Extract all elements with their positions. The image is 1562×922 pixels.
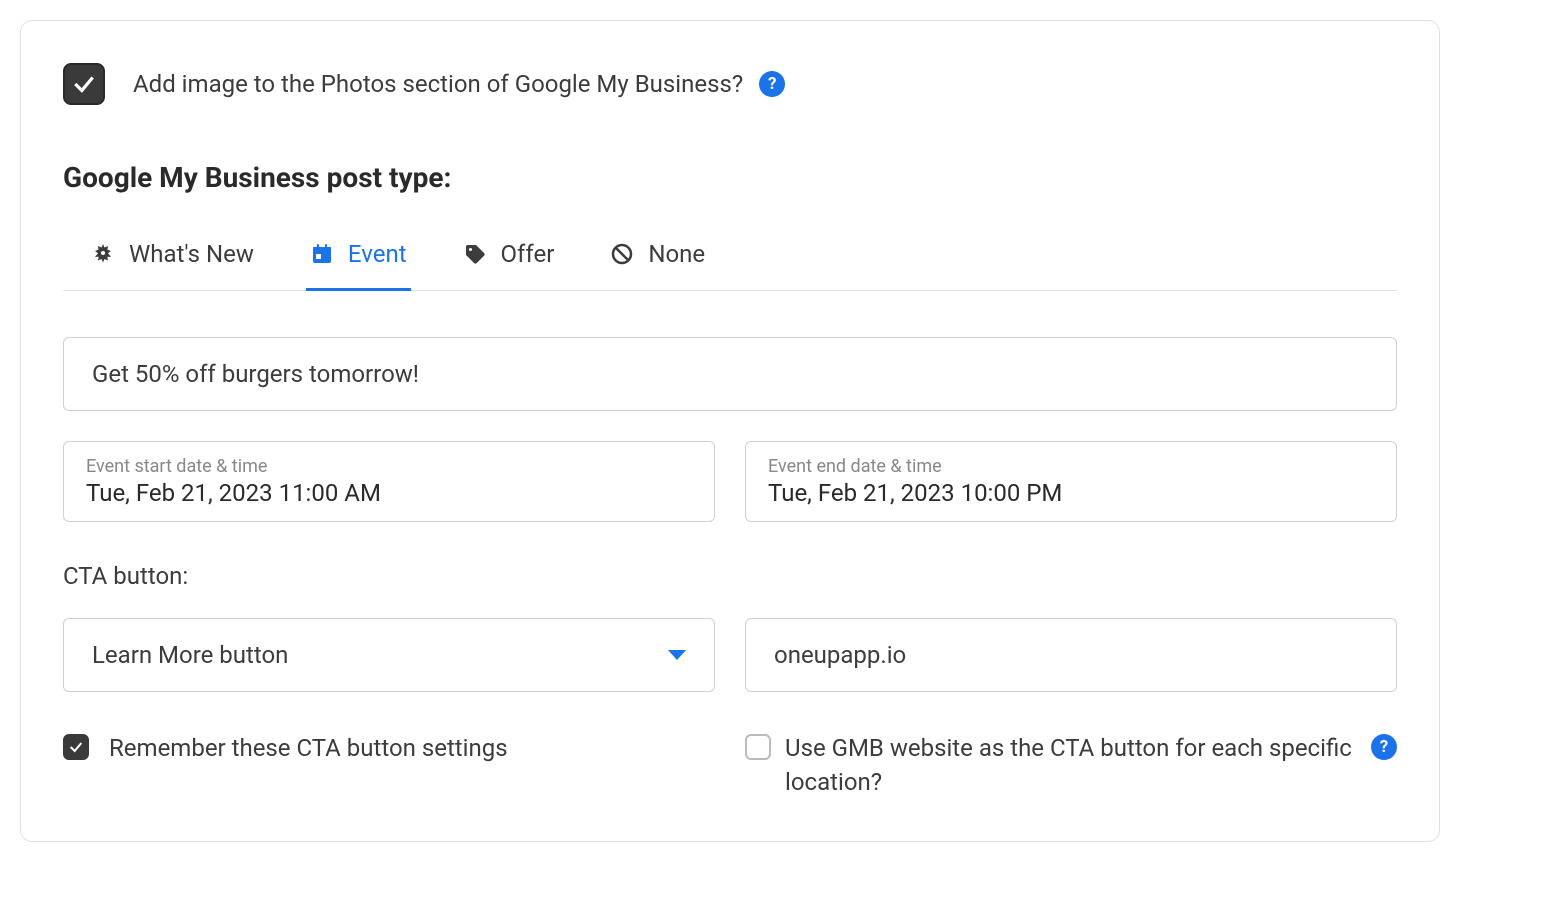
- event-end-value: Tue, Feb 21, 2023 10:00 PM: [768, 479, 1374, 507]
- tag-icon: [463, 242, 487, 266]
- add-image-label: Add image to the Photos section of Googl…: [133, 70, 743, 98]
- tab-label: Event: [348, 240, 407, 268]
- event-start-field[interactable]: Event start date & time Tue, Feb 21, 202…: [63, 441, 715, 522]
- event-title-input[interactable]: [63, 337, 1397, 411]
- use-gmb-col: Use GMB website as the CTA button for ea…: [745, 732, 1397, 799]
- check-icon: [71, 71, 97, 97]
- event-end-label: Event end date & time: [768, 456, 1374, 477]
- help-icon[interactable]: ?: [759, 71, 785, 97]
- event-start-value: Tue, Feb 21, 2023 11:00 AM: [86, 479, 692, 507]
- remember-label: Remember these CTA button settings: [109, 732, 508, 766]
- add-image-row: Add image to the Photos section of Googl…: [63, 63, 1397, 105]
- tab-label: Offer: [501, 240, 555, 268]
- tab-none[interactable]: None: [606, 226, 709, 291]
- use-gmb-label: Use GMB website as the CTA button for ea…: [785, 732, 1357, 799]
- tab-offer[interactable]: Offer: [459, 226, 559, 291]
- gmb-settings-card: Add image to the Photos section of Googl…: [20, 20, 1440, 842]
- tab-event[interactable]: Event: [306, 226, 411, 291]
- remember-checkbox[interactable]: [63, 734, 89, 760]
- help-icon[interactable]: ?: [1371, 734, 1397, 760]
- cta-selected-value: Learn More button: [92, 641, 288, 669]
- date-row: Event start date & time Tue, Feb 21, 202…: [63, 441, 1397, 522]
- tab-label: None: [648, 240, 705, 268]
- chevron-down-icon: [668, 650, 686, 660]
- bottom-row: Remember these CTA button settings Use G…: [63, 732, 1397, 799]
- ban-icon: [610, 242, 634, 266]
- event-end-field[interactable]: Event end date & time Tue, Feb 21, 2023 …: [745, 441, 1397, 522]
- burst-icon: [91, 242, 115, 266]
- add-image-label-wrap: Add image to the Photos section of Googl…: [133, 70, 785, 98]
- post-type-tabs: What's New Event Offer None: [63, 226, 1397, 291]
- cta-url-input[interactable]: [745, 618, 1397, 692]
- cta-button-select[interactable]: Learn More button: [63, 618, 715, 692]
- check-icon: [68, 739, 84, 755]
- cta-section-label: CTA button:: [63, 562, 1397, 590]
- post-type-title: Google My Business post type:: [63, 161, 1397, 194]
- cta-row: Learn More button: [63, 618, 1397, 692]
- tab-label: What's New: [129, 240, 254, 268]
- use-gmb-website-checkbox[interactable]: [745, 734, 771, 760]
- event-start-label: Event start date & time: [86, 456, 692, 477]
- tab-whats-new[interactable]: What's New: [87, 226, 258, 291]
- calendar-icon: [310, 242, 334, 266]
- add-image-checkbox[interactable]: [63, 63, 105, 105]
- remember-col: Remember these CTA button settings: [63, 732, 715, 766]
